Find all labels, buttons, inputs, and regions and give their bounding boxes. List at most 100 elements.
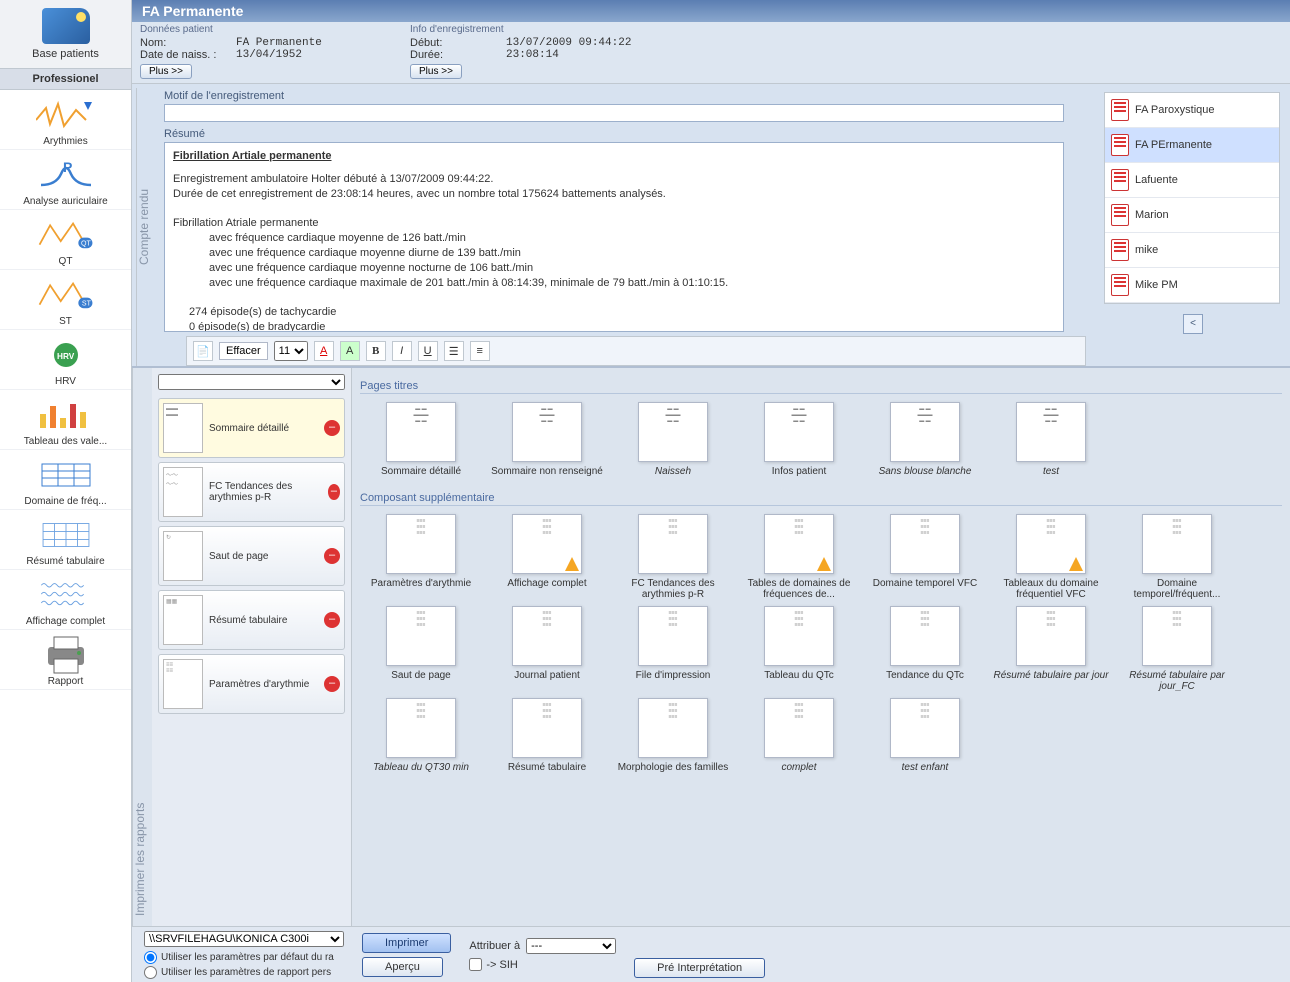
- professionel-label: Professionel: [0, 69, 131, 90]
- remove-report-icon[interactable]: –: [324, 676, 340, 692]
- report-item[interactable]: ～～～～FC Tendances des arythmies p-R–: [158, 462, 345, 522]
- thumb-label: File d'impression: [612, 670, 734, 692]
- compte-rendu-tab[interactable]: Compte rendu: [136, 88, 156, 366]
- gallery-thumb[interactable]: ≡≡≡≡≡≡≡≡≡Tables de domaines de fréquence…: [738, 514, 860, 600]
- page-thumb: ≡≡≡≡≡≡≡≡≡: [638, 514, 708, 574]
- opt-report-params[interactable]: Utiliser les paramètres de rapport pers: [144, 966, 334, 979]
- page-thumb: ≡≡≡≡≡≡≡≡≡: [764, 606, 834, 666]
- sih-checkbox[interactable]: -> SIH: [469, 958, 517, 971]
- list-number-icon[interactable]: ≡: [470, 341, 490, 361]
- highlight-icon[interactable]: A: [340, 341, 360, 361]
- template-item[interactable]: Mike PM: [1105, 268, 1279, 303]
- gallery-thumb[interactable]: ≡≡≡≡≡≡≡≡≡Morphologie des familles: [612, 698, 734, 784]
- nav-arythmies[interactable]: Arythmies: [0, 90, 131, 150]
- insert-template-button[interactable]: <: [1183, 314, 1203, 334]
- left-sidebar: Base patients Professionel Arythmies P A…: [0, 0, 132, 982]
- gallery-thumb[interactable]: ≡≡≡≡≡≡≡≡≡Saut de page: [360, 606, 482, 692]
- gallery-thumb[interactable]: ≡≡≡≡≡≡≡≡≡Domaine temporel VFC: [864, 514, 986, 600]
- recording-block: Info d'enregistrement Début:13/07/2009 0…: [410, 24, 650, 79]
- nav-st[interactable]: ST ST: [0, 270, 131, 330]
- template-label: Mike PM: [1135, 279, 1178, 291]
- nav-qt[interactable]: QT QT: [0, 210, 131, 270]
- base-patients-tab[interactable]: Base patients: [0, 0, 131, 69]
- template-item[interactable]: Marion: [1105, 198, 1279, 233]
- apercu-button[interactable]: Aperçu: [362, 957, 443, 977]
- page-thumb: ≡≡≡≡≡≡≡≡≡: [1142, 606, 1212, 666]
- imprimer-button[interactable]: Imprimer: [362, 933, 451, 953]
- thumb-label: test enfant: [864, 762, 986, 784]
- thumb-label: Tableau du QTc: [738, 670, 860, 692]
- nav-hrv[interactable]: HRV HRV: [0, 330, 131, 390]
- template-icon: [1111, 274, 1129, 296]
- nav-domaine-freq[interactable]: Domaine de fréq...: [0, 450, 131, 510]
- gallery-thumb[interactable]: ≡≡≡≡≡≡≡≡≡Domaine temporel/fréquent...: [1116, 514, 1238, 600]
- gallery-thumb[interactable]: ≡≡≡≡≡≡≡≡≡Tableaux du domaine fréquentiel…: [990, 514, 1112, 600]
- report-thumb: ～～～～: [163, 467, 203, 517]
- report-preset-select[interactable]: [158, 374, 345, 390]
- pre-interpretation-button[interactable]: Pré Interprétation: [634, 958, 765, 978]
- remove-report-icon[interactable]: –: [328, 484, 340, 500]
- opt-default-params[interactable]: Utiliser les paramètres par défaut du ra: [144, 951, 334, 964]
- bold-button[interactable]: B: [366, 341, 386, 361]
- gallery-thumb[interactable]: ▬ ▬▬▬▬▬ ▬Infos patient: [738, 402, 860, 488]
- list-bullet-icon[interactable]: ☰: [444, 341, 464, 361]
- report-item[interactable]: ≡≡≡≡Paramètres d'arythmie–: [158, 654, 345, 714]
- new-page-icon[interactable]: 📄: [193, 341, 213, 361]
- page-thumb: ≡≡≡≡≡≡≡≡≡: [1142, 514, 1212, 574]
- thumb-label: Domaine temporel VFC: [864, 578, 986, 600]
- gallery-thumb[interactable]: ≡≡≡≡≡≡≡≡≡ Tableau du QTc: [738, 606, 860, 692]
- remove-report-icon[interactable]: –: [324, 420, 340, 436]
- gallery-thumb[interactable]: ≡≡≡≡≡≡≡≡≡Affichage complet: [486, 514, 608, 600]
- report-item[interactable]: ▬▬▬▬Sommaire détaillé–: [158, 398, 345, 458]
- attribuer-select[interactable]: ---: [526, 938, 616, 954]
- resume-line: 0 épisode(s) de bradycardie: [173, 321, 325, 332]
- resume-textarea[interactable]: Fibrillation Artiale permanente Enregist…: [164, 142, 1064, 332]
- gallery-thumb[interactable]: ≡≡≡≡≡≡≡≡≡File d'impression: [612, 606, 734, 692]
- template-list: FA Paroxystique FA PErmanente Lafuente M…: [1104, 92, 1280, 304]
- gallery-thumb[interactable]: ▬ ▬▬▬▬▬ ▬Sommaire détaillé: [360, 402, 482, 488]
- template-item[interactable]: FA PErmanente: [1105, 128, 1279, 163]
- template-item[interactable]: FA Paroxystique: [1105, 93, 1279, 128]
- rec-dur-key: Durée:: [410, 49, 500, 61]
- effacer-button[interactable]: Effacer: [219, 342, 268, 360]
- recording-plus-button[interactable]: Plus >>: [410, 64, 462, 79]
- underline-button[interactable]: U: [418, 341, 438, 361]
- nav-rapport[interactable]: Rapport: [0, 630, 131, 690]
- remove-report-icon[interactable]: –: [324, 548, 340, 564]
- gallery-thumb[interactable]: ≡≡≡≡≡≡≡≡≡Paramètres d'arythmie: [360, 514, 482, 600]
- gallery-thumb[interactable]: ≡≡≡≡≡≡≡≡≡complet: [738, 698, 860, 784]
- remove-report-icon[interactable]: –: [324, 612, 340, 628]
- italic-button[interactable]: I: [392, 341, 412, 361]
- gallery-thumb[interactable]: ≡≡≡≡≡≡≡≡≡Résumé tabulaire: [486, 698, 608, 784]
- gallery-thumb[interactable]: ▬ ▬▬▬▬▬ ▬Sans blouse blanche: [864, 402, 986, 488]
- gallery-thumb[interactable]: ≡≡≡≡≡≡≡≡≡test enfant: [864, 698, 986, 784]
- gallery-thumb[interactable]: ≡≡≡≡≡≡≡≡≡Tableau du QT30 min: [360, 698, 482, 784]
- report-item[interactable]: ▦▦Résumé tabulaire–: [158, 590, 345, 650]
- gallery-thumb[interactable]: ▬ ▬▬▬▬▬ ▬Sommaire non renseigné: [486, 402, 608, 488]
- font-size-select[interactable]: 11: [274, 341, 308, 361]
- resume-label: Résumé: [164, 128, 1098, 140]
- nav-resume-tabulaire[interactable]: Résumé tabulaire: [0, 510, 131, 570]
- wave-grid-icon: [2, 576, 129, 614]
- gallery-thumb[interactable]: ≡≡≡≡≡≡≡≡≡FC Tendances des arythmies p-R: [612, 514, 734, 600]
- nav-analyse-auriculaire[interactable]: P Analyse auriculaire: [0, 150, 131, 210]
- gallery-thumb[interactable]: ≡≡≡≡≡≡≡≡≡ Résumé tabulaire par jour_FC: [1116, 606, 1238, 692]
- gallery-thumb[interactable]: ≡≡≡≡≡≡≡≡≡Journal patient: [486, 606, 608, 692]
- patient-plus-button[interactable]: Plus >>: [140, 64, 192, 79]
- gallery-thumb[interactable]: ▬ ▬▬▬▬▬ ▬Naisseh: [612, 402, 734, 488]
- motif-input[interactable]: [164, 104, 1064, 122]
- gallery-thumb[interactable]: ≡≡≡≡≡≡≡≡≡Résumé tabulaire par jour: [990, 606, 1112, 692]
- gallery-thumb[interactable]: ▬ ▬▬▬▬▬ ▬test: [990, 402, 1112, 488]
- p-wave-icon: P: [2, 156, 129, 194]
- thumb-label: Résumé tabulaire par jour_FC: [1116, 670, 1238, 692]
- font-color-icon[interactable]: A: [314, 341, 334, 361]
- template-item[interactable]: Lafuente: [1105, 163, 1279, 198]
- nav-tableau-valeurs[interactable]: Tableau des vale...: [0, 390, 131, 450]
- gallery-thumb[interactable]: ≡≡≡≡≡≡≡≡≡Tendance du QTc: [864, 606, 986, 692]
- nav-affichage-complet[interactable]: Affichage complet: [0, 570, 131, 630]
- printer-select[interactable]: \\SRVFILEHAGU\KONICA C300i: [144, 931, 344, 947]
- imprimer-rapports-tab[interactable]: Imprimer les rapports: [132, 368, 152, 926]
- template-label: Lafuente: [1135, 174, 1178, 186]
- report-item[interactable]: ↻Saut de page–: [158, 526, 345, 586]
- template-item[interactable]: mike: [1105, 233, 1279, 268]
